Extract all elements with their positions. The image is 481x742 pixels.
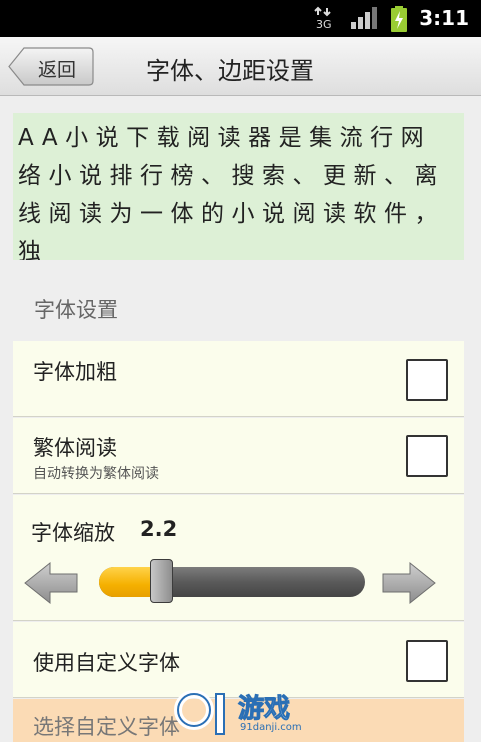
back-button-label: 返回: [38, 59, 77, 81]
font-settings-header: 字体设置: [34, 298, 118, 322]
font-preview-text: AA小说下载阅读器是集流行网络小说排行榜、搜索、更新、离线阅读为一体的小说阅读软…: [18, 125, 445, 260]
signal-strength-icon: [351, 7, 377, 29]
network-3g-icon: 3G: [314, 6, 332, 30]
bold-font-label: 字体加粗: [33, 360, 117, 384]
font-scale-slider-track[interactable]: [99, 567, 365, 597]
font-scale-slider-thumb[interactable]: [150, 559, 174, 603]
svg-text:3G: 3G: [316, 18, 332, 30]
bold-font-setting[interactable]: 字体加粗: [13, 341, 464, 417]
font-preview-panel: AA小说下载阅读器是集流行网络小说排行榜、搜索、更新、离线阅读为一体的小说阅读软…: [13, 113, 464, 260]
custom-font-checkbox[interactable]: [406, 640, 448, 682]
increase-arrow-icon[interactable]: [381, 561, 437, 605]
page-title: 字体、边距设置: [146, 57, 314, 85]
custom-font-label: 使用自定义字体: [33, 651, 180, 675]
traditional-reading-setting[interactable]: 繁体阅读 自动转换为繁体阅读: [13, 418, 464, 494]
traditional-reading-checkbox[interactable]: [406, 435, 448, 477]
status-bar: 3G 3:11: [0, 0, 481, 37]
custom-font-setting[interactable]: 使用自定义字体: [13, 622, 464, 698]
font-scale-setting: 字体缩放 2.2: [13, 495, 464, 621]
traditional-reading-label: 繁体阅读: [33, 436, 117, 460]
title-bar: 返回 字体、边距设置: [0, 37, 481, 96]
status-time: 3:11: [419, 6, 469, 30]
font-scale-value: 2.2: [140, 517, 178, 541]
choose-custom-font-setting: 选择自定义字体: [13, 699, 464, 742]
traditional-reading-summary: 自动转换为繁体阅读: [33, 466, 159, 482]
choose-custom-font-label: 选择自定义字体: [33, 715, 180, 739]
font-scale-label: 字体缩放: [31, 521, 115, 545]
bold-font-checkbox[interactable]: [406, 359, 448, 401]
battery-charging-icon: [391, 6, 407, 32]
back-button[interactable]: 返回: [8, 47, 94, 86]
decrease-arrow-icon[interactable]: [23, 561, 79, 605]
